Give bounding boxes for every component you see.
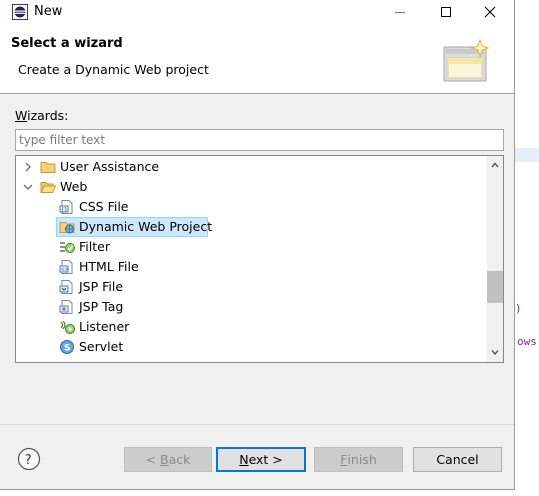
tree-item-label: Servlet (79, 339, 124, 354)
svg-text:?: ? (25, 453, 32, 468)
tree-item-label: CSS File (79, 199, 129, 214)
chevron-down-icon[interactable] (21, 180, 35, 194)
wizards-label: Wizards: (15, 108, 68, 123)
svg-text:S: S (64, 344, 70, 354)
tree-item-label: Web (60, 179, 88, 194)
close-button[interactable] (468, 0, 512, 24)
ide-background-paren: ) (515, 302, 522, 315)
help-icon[interactable]: ? (17, 447, 41, 471)
tree-item-jsp-file[interactable]: JSP File (16, 277, 486, 297)
chevron-right-icon[interactable] (21, 160, 35, 174)
wizards-label-mnemonic: W (15, 108, 28, 123)
next-button-mnemonic: N (239, 452, 249, 467)
filter-input[interactable] (15, 129, 504, 151)
css-file-icon: {} (59, 200, 73, 214)
back-button-prefix: < (145, 452, 161, 467)
cancel-button-text: Cancel (436, 452, 479, 467)
tree-item-listener[interactable]: Listener (16, 317, 486, 337)
next-button-text: ext > (248, 452, 283, 467)
header-description: Create a Dynamic Web project (18, 62, 209, 77)
minimize-icon (395, 12, 405, 13)
listener-icon (60, 320, 75, 334)
filter-icon (60, 242, 75, 253)
html-file-icon: <> (59, 260, 73, 274)
wizard-tree[interactable]: User Assistance Web {} CSS File Dynamic … (15, 155, 504, 363)
folder-icon (40, 162, 56, 173)
tree-item-html-file[interactable]: <> HTML File (16, 257, 486, 277)
tree-item-label: Dynamic Web Project (79, 219, 213, 234)
finish-button[interactable]: Finish (314, 447, 403, 472)
back-button-mnemonic: B (160, 452, 169, 467)
new-wizard-dialog: New Select a wizard Create a Dynamic Web… (0, 0, 515, 490)
tree-item-label: HTML File (79, 259, 139, 274)
tree-item-servlet[interactable]: S Servlet (16, 337, 486, 357)
cancel-button[interactable]: Cancel (413, 447, 502, 472)
back-button-text: ack (168, 452, 191, 467)
wizards-label-text: izards: (27, 108, 69, 123)
maximize-icon (441, 7, 451, 17)
scroll-up-button[interactable] (487, 157, 503, 173)
folder-open-icon (40, 182, 56, 193)
jsp-file-icon (59, 280, 73, 294)
header-title: Select a wizard (11, 36, 123, 51)
tree-item-dynamic-web-project[interactable]: Dynamic Web Project (16, 217, 486, 237)
window-title: New (34, 4, 63, 19)
header-separator (0, 93, 514, 94)
tree-vertical-scrollbar[interactable] (487, 156, 503, 362)
chevron-down-icon (491, 350, 499, 355)
tree-item-label: Filter (79, 239, 110, 254)
minimize-button[interactable] (378, 0, 422, 24)
dynamic-web-project-icon (59, 222, 75, 234)
next-button[interactable]: Next > (216, 447, 306, 472)
close-icon (484, 6, 496, 18)
tree-item-css-file[interactable]: {} CSS File (16, 197, 486, 217)
ide-background-highlight (515, 148, 539, 162)
svg-text:{}: {} (61, 207, 67, 213)
finish-button-mnemonic: F (340, 452, 348, 467)
ide-background-text: ows (517, 335, 537, 348)
wizard-header: Select a wizard Create a Dynamic Web pro… (0, 24, 514, 93)
tree-item-filter[interactable]: Filter (16, 237, 486, 257)
svg-text:<>: <> (61, 267, 69, 273)
tree-item-web[interactable]: Web (16, 177, 486, 197)
maximize-button[interactable] (424, 0, 468, 24)
back-button[interactable]: < Back (124, 447, 212, 472)
tree-item-user-assistance[interactable]: User Assistance (16, 157, 486, 177)
chevron-up-icon (491, 162, 499, 168)
tree-item-label: JSP File (79, 279, 124, 294)
tree-item-label: User Assistance (60, 159, 160, 174)
button-bar-separator (0, 424, 514, 425)
jsp-tag-icon (59, 300, 73, 314)
tree-item-label: Listener (79, 319, 130, 334)
eclipse-app-icon (12, 4, 28, 20)
tree-item-jsp-tag[interactable]: JSP Tag (16, 297, 486, 317)
new-wizard-banner-icon (443, 38, 490, 82)
tree-item-label: JSP Tag (79, 299, 124, 314)
scroll-down-button[interactable] (487, 344, 503, 360)
title-bar: New (0, 0, 514, 24)
servlet-icon: S (60, 340, 74, 354)
scroll-thumb[interactable] (487, 271, 503, 303)
finish-button-text: inish (347, 452, 377, 467)
